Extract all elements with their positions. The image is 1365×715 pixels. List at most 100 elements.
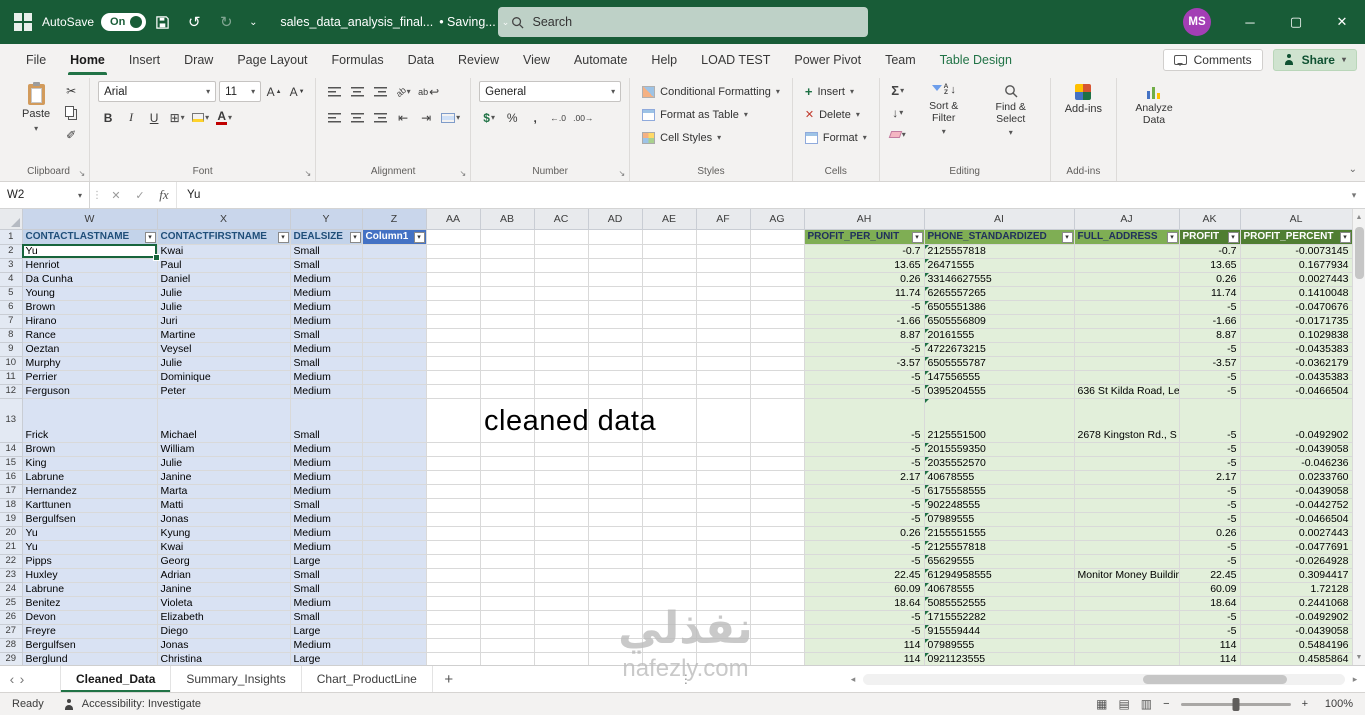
cell-AH1[interactable]: PROFIT_PER_UNIT ▾	[804, 229, 925, 245]
cell-AK25[interactable]: 18.64	[1179, 596, 1241, 611]
cell-AC15[interactable]	[534, 456, 589, 471]
cell-AE6[interactable]	[642, 300, 697, 315]
cell-AH15[interactable]: -5	[804, 456, 925, 471]
tab-view[interactable]: View	[511, 44, 562, 75]
sheet-tab-summary-insights[interactable]: Summary_Insights	[171, 666, 302, 692]
cell-AJ7[interactable]	[1074, 314, 1180, 329]
cell-AI8[interactable]: 20161555	[924, 328, 1075, 343]
cell-AA28[interactable]	[426, 638, 481, 653]
cell-AG5[interactable]	[750, 286, 805, 301]
row-header-23[interactable]: 23	[0, 568, 23, 583]
cell-AD17[interactable]	[588, 484, 643, 499]
cell-W4[interactable]: Da Cunha	[22, 272, 158, 287]
format-cells-button[interactable]: Format ▾	[801, 126, 871, 149]
cell-Z26[interactable]	[362, 610, 427, 625]
cell-AL16[interactable]: 0.0233760	[1240, 470, 1353, 485]
tab-splitter[interactable]: ⋮	[680, 666, 692, 692]
cell-AE12[interactable]	[642, 384, 697, 399]
cell-AD8[interactable]	[588, 328, 643, 343]
cell-Y1[interactable]: DEALSIZE ▾	[290, 229, 363, 245]
zoom-level[interactable]: 100%	[1319, 698, 1353, 710]
cell-AB17[interactable]	[480, 484, 535, 499]
row-header-11[interactable]: 11	[0, 370, 23, 385]
cell-W11[interactable]: Perrier	[22, 370, 158, 385]
cell-Z15[interactable]	[362, 456, 427, 471]
analyze-data-button[interactable]: Analyze Data	[1125, 80, 1183, 130]
column-header-Z[interactable]: Z	[362, 209, 427, 230]
row-header-14[interactable]: 14	[0, 442, 23, 457]
cell-AE27[interactable]	[642, 624, 697, 639]
paste-button[interactable]: Paste ▾	[16, 80, 56, 137]
cell-AK4[interactable]: 0.26	[1179, 272, 1241, 287]
cell-AC1[interactable]	[534, 229, 589, 245]
cancel-icon[interactable]: ✕	[104, 182, 128, 208]
sheet-tab-chart-productline[interactable]: Chart_ProductLine	[302, 666, 433, 692]
cell-AA18[interactable]	[426, 498, 481, 513]
search-input[interactable]: Search	[497, 7, 868, 37]
cell-AH21[interactable]: -5	[804, 540, 925, 555]
cell-X18[interactable]: Matti	[157, 498, 291, 513]
cell-AF2[interactable]	[696, 244, 751, 259]
cell-AH13[interactable]: -5	[804, 398, 925, 443]
cut-button[interactable]: ✂	[61, 80, 81, 101]
cell-AK22[interactable]: -5	[1179, 554, 1241, 569]
cell-AA27[interactable]	[426, 624, 481, 639]
cell-AI11[interactable]: 147556555	[924, 370, 1075, 385]
cell-Y10[interactable]: Small	[290, 356, 363, 371]
cell-AJ26[interactable]	[1074, 610, 1180, 625]
cell-AF25[interactable]	[696, 596, 751, 611]
cell-AJ11[interactable]	[1074, 370, 1180, 385]
column-header-X[interactable]: X	[157, 209, 291, 230]
cell-AE9[interactable]	[642, 342, 697, 357]
cell-AI14[interactable]: 2015559350	[924, 442, 1075, 457]
cell-AD9[interactable]	[588, 342, 643, 357]
cell-AL9[interactable]: -0.0435383	[1240, 342, 1353, 357]
cell-AA19[interactable]	[426, 512, 481, 527]
row-header-5[interactable]: 5	[0, 286, 23, 301]
font-dialog-launcher-icon[interactable]: ↘	[304, 169, 311, 178]
format-painter-button[interactable]: ✐	[61, 124, 81, 145]
cell-AC7[interactable]	[534, 314, 589, 329]
minimize-button[interactable]: ─	[1227, 0, 1273, 44]
cell-AA7[interactable]	[426, 314, 481, 329]
cell-Z27[interactable]	[362, 624, 427, 639]
cell-X24[interactable]: Janine	[157, 582, 291, 597]
share-button[interactable]: Share ▾	[1272, 48, 1357, 71]
active-cell-W2[interactable]: Yu	[22, 244, 159, 260]
cell-AF12[interactable]	[696, 384, 751, 399]
cell-AE15[interactable]	[642, 456, 697, 471]
cell-X20[interactable]: Kyung	[157, 526, 291, 541]
cell-AK5[interactable]: 11.74	[1179, 286, 1241, 301]
enter-icon[interactable]: ✓	[128, 182, 152, 208]
wrap-text-button[interactable]: ab ↩	[416, 81, 441, 102]
cell-AA17[interactable]	[426, 484, 481, 499]
cell-AC16[interactable]	[534, 470, 589, 485]
cell-AK12[interactable]: -5	[1179, 384, 1241, 399]
cell-W8[interactable]: Rance	[22, 328, 158, 343]
cell-AG24[interactable]	[750, 582, 805, 597]
normal-view-button[interactable]: ▦	[1096, 697, 1107, 711]
cell-AG3[interactable]	[750, 258, 805, 273]
cell-AF21[interactable]	[696, 540, 751, 555]
cell-AA4[interactable]	[426, 272, 481, 287]
cell-AK17[interactable]: -5	[1179, 484, 1241, 499]
cell-AJ23[interactable]: Monitor Money Buildin	[1074, 568, 1180, 583]
column-header-AH[interactable]: AH	[804, 209, 925, 230]
row-header-26[interactable]: 26	[0, 610, 23, 625]
cell-AI25[interactable]: 5085552555	[924, 596, 1075, 611]
cell-AD24[interactable]	[588, 582, 643, 597]
cell-AC26[interactable]	[534, 610, 589, 625]
comma-style-button[interactable]: ,	[525, 107, 545, 128]
cell-Y26[interactable]: Small	[290, 610, 363, 625]
cell-AL1[interactable]: PROFIT_PERCENT ▾	[1240, 229, 1353, 245]
cell-AE11[interactable]	[642, 370, 697, 385]
insert-cells-button[interactable]: + Insert ▾	[801, 80, 858, 103]
italic-button[interactable]: I	[121, 107, 141, 128]
cell-AA3[interactable]	[426, 258, 481, 273]
cell-AD26[interactable]	[588, 610, 643, 625]
cell-AI20[interactable]: 2155551555	[924, 526, 1075, 541]
cell-AD27[interactable]	[588, 624, 643, 639]
cell-Z7[interactable]	[362, 314, 427, 329]
cell-AH4[interactable]: 0.26	[804, 272, 925, 287]
row-header-15[interactable]: 15	[0, 456, 23, 471]
